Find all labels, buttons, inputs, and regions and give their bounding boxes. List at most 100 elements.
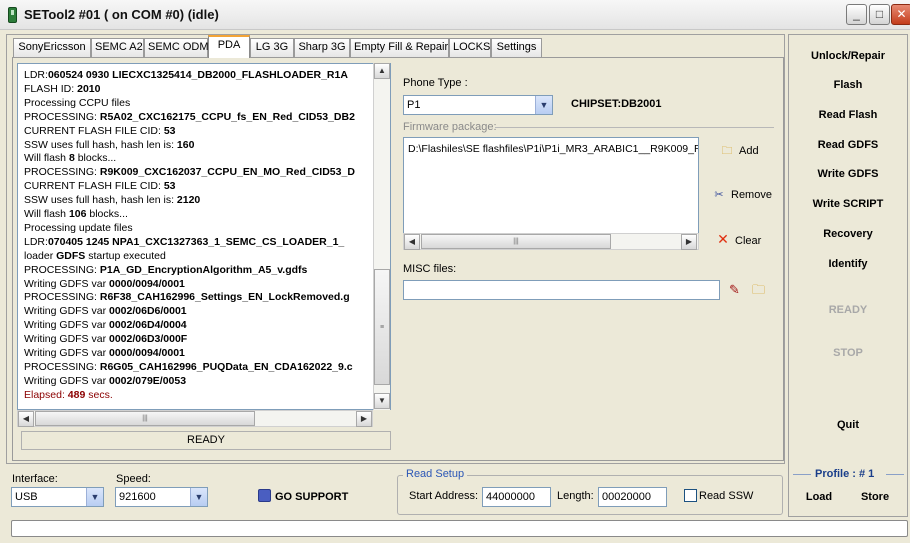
- log-line: Will flash 8 blocks...: [24, 152, 117, 165]
- chevron-down-icon[interactable]: ▼: [86, 488, 103, 506]
- log-line: LDR:070405 1245 NPA1_CXC1327363_1_SEMC_C…: [24, 235, 345, 248]
- firmware-list-item[interactable]: D:\Flashiles\SE flashfiles\P1i\P1i_MR3_A…: [408, 143, 698, 155]
- log-line: CURRENT FLASH FILE CID: 53: [24, 124, 176, 137]
- red-x-icon: ✕: [717, 231, 729, 247]
- firmware-separator: [495, 127, 774, 128]
- log-line: SSW uses full hash, hash len is: 160: [24, 138, 195, 151]
- read-flash-button[interactable]: Read Flash: [790, 108, 906, 122]
- log-vertical-scrollbar[interactable]: ▲ ≡ ▼: [373, 63, 390, 410]
- store-profile-button[interactable]: Store: [852, 490, 898, 504]
- scroll-right-icon[interactable]: ▶: [356, 411, 372, 427]
- chipset-label: CHIPSET:DB2001: [571, 98, 662, 110]
- tab-sharp-3g[interactable]: Sharp 3G: [294, 38, 350, 57]
- log-line: PROCESSING: P1A_GD_EncryptionAlgorithm_A…: [24, 263, 308, 276]
- interface-label: Interface:: [12, 473, 58, 485]
- log-line: Writing GDFS var 0000/0094/0001: [24, 277, 185, 290]
- maximize-button[interactable]: □: [869, 4, 890, 25]
- scroll-up-icon[interactable]: ▲: [374, 63, 390, 79]
- read-ssw-checkbox[interactable]: [684, 489, 697, 502]
- scroll-down-icon[interactable]: ▼: [374, 393, 390, 409]
- start-address-label: Start Address:: [409, 490, 479, 502]
- folder-open-icon: 🗀: [721, 145, 733, 157]
- write-gdfs-button[interactable]: Write GDFS: [790, 167, 906, 181]
- length-label: Length:: [557, 490, 594, 502]
- window-title: SETool2 #01 ( on COM #0) (idle): [24, 7, 219, 22]
- speed-value: 921600: [119, 491, 156, 503]
- log-line: Processing CCPU files: [24, 96, 131, 109]
- tab-semc-odm[interactable]: SEMC ODM: [144, 38, 209, 57]
- flash-button[interactable]: Flash: [790, 78, 906, 92]
- log-line: Writing GDFS var 0002/06D3/000F: [24, 333, 188, 346]
- log-line: Processing update files: [24, 221, 133, 234]
- log-line: CURRENT FLASH FILE CID: 53: [24, 180, 176, 193]
- clear-firmware-button[interactable]: ✕ Clear: [714, 231, 761, 249]
- log-line: PROCESSING: R9K009_CXC162037_CCPU_EN_MO_…: [24, 166, 355, 179]
- log-line: Writing GDFS var 0000/0094/0001: [24, 347, 185, 359]
- tab-lg-3g[interactable]: LG 3G: [250, 38, 294, 57]
- log-line: SSW uses full hash, hash len is: 2120: [24, 194, 201, 207]
- interface-select[interactable]: USB ▼: [11, 487, 104, 507]
- profile-label: Profile : # 1: [815, 468, 875, 480]
- misc-files-label: MISC files:: [403, 263, 457, 275]
- identify-button[interactable]: Identify: [790, 257, 906, 271]
- scissors-icon: ✂: [714, 189, 724, 201]
- load-profile-button[interactable]: Load: [796, 490, 842, 504]
- phone-type-value: P1: [407, 99, 421, 111]
- speed-select[interactable]: 921600 ▼: [115, 487, 208, 507]
- minimize-button[interactable]: _: [846, 4, 867, 25]
- app-phone-icon: [8, 7, 17, 23]
- log-line: Will flash 106 blocks...: [24, 208, 128, 220]
- tab-settings[interactable]: Settings: [491, 38, 542, 57]
- chevron-down-icon[interactable]: ▼: [190, 488, 207, 506]
- scroll-right-icon[interactable]: ▶: [681, 234, 697, 250]
- write-script-button[interactable]: Write SCRIPT: [790, 197, 906, 211]
- read-setup-title: Read Setup: [403, 468, 468, 480]
- tab-pda[interactable]: PDA: [208, 35, 250, 58]
- unlock-repair-button[interactable]: Unlock/Repair: [790, 49, 906, 63]
- read-gdfs-button[interactable]: Read GDFS: [790, 138, 906, 152]
- speed-label: Speed:: [116, 473, 151, 485]
- ready-indicator: READY: [828, 304, 868, 316]
- log-line: Writing GDFS var 0002/06D6/0001: [24, 305, 187, 318]
- chevron-down-icon[interactable]: ▼: [535, 96, 552, 114]
- log-line: PROCESSING: R6G05_CAH162996_PUQData_EN_C…: [24, 360, 353, 373]
- tab-sonyericsson[interactable]: SonyEricsson: [13, 38, 91, 57]
- misc-files-input[interactable]: [403, 280, 720, 300]
- add-firmware-button[interactable]: 🗀 Add: [718, 143, 759, 159]
- scroll-left-icon[interactable]: ◀: [404, 234, 420, 250]
- folder-open-icon[interactable]: 🗀: [752, 282, 765, 298]
- stop-button[interactable]: STOP: [790, 346, 906, 360]
- length-input[interactable]: 00020000: [598, 487, 667, 507]
- phone-type-label: Phone Type :: [403, 77, 468, 89]
- title-bar: SETool2 #01 ( on COM #0) (idle) _ □ ✕: [0, 0, 910, 30]
- tab-empty-fill-repair[interactable]: Empty Fill & Repair: [350, 38, 449, 57]
- log-line: loader GDFS startup executed: [24, 249, 166, 262]
- profile-divider-right: [886, 474, 904, 475]
- log-line: PROCESSING: R5A02_CXC162175_CCPU_fs_EN_R…: [24, 110, 355, 123]
- recovery-button[interactable]: Recovery: [790, 227, 906, 241]
- scroll-left-icon[interactable]: ◀: [18, 411, 34, 427]
- tab-semc-a2[interactable]: SEMC A2: [91, 38, 144, 57]
- log-line: Writing GDFS var 0002/079E/0053: [24, 374, 187, 387]
- remove-firmware-button[interactable]: ✂ Remove: [710, 187, 772, 203]
- pen-icon[interactable]: ✎: [729, 282, 740, 298]
- log-horizontal-thumb[interactable]: |||: [35, 411, 255, 426]
- go-support-button[interactable]: GO SUPPORT: [258, 489, 348, 503]
- firmware-horizontal-scrollbar[interactable]: ◀ ||| ▶: [403, 233, 699, 250]
- profile-divider-left: [793, 474, 811, 475]
- log-horizontal-scrollbar[interactable]: ◀ ||| ▶: [17, 410, 373, 427]
- support-globe-icon: [258, 489, 271, 502]
- phone-type-select[interactable]: P1 ▼: [403, 95, 553, 115]
- actions-panel: [788, 34, 908, 517]
- tab-locks[interactable]: LOCKS: [449, 38, 491, 57]
- log-status-bar: READY: [21, 431, 391, 450]
- close-button[interactable]: ✕: [891, 4, 910, 25]
- log-output[interactable]: LDR:060524 0930 LIECXC1325414_DB2000_FLA…: [17, 63, 391, 410]
- interface-value: USB: [15, 491, 38, 503]
- firmware-package-label: Firmware package:: [403, 121, 497, 133]
- log-line: Elapsed: 489 secs.: [24, 388, 113, 401]
- quit-button[interactable]: Quit: [790, 418, 906, 432]
- start-address-input[interactable]: 44000000: [482, 487, 551, 507]
- log-vertical-thumb[interactable]: ≡: [374, 269, 390, 385]
- firmware-horizontal-thumb[interactable]: |||: [421, 234, 611, 249]
